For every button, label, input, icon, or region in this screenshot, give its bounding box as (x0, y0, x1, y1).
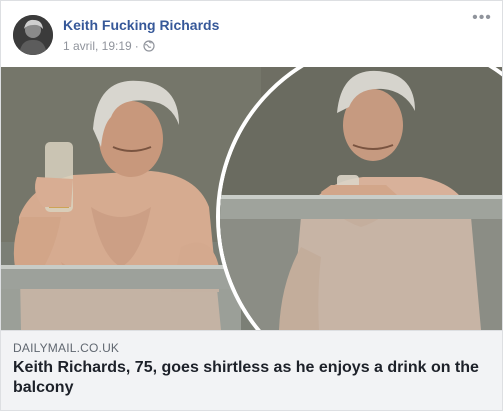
link-headline[interactable]: Keith Richards, 75, goes shirtless as he… (13, 358, 488, 398)
post-meta: 1 avril, 19:19 · (63, 39, 155, 53)
globe-icon[interactable] (143, 40, 155, 52)
more-options-button[interactable]: ••• (472, 10, 492, 29)
author-name[interactable]: Keith Fucking Richards (63, 17, 219, 33)
post-timestamp[interactable]: 1 avril, 19:19 (63, 39, 132, 53)
facebook-post: Keith Fucking Richards 1 avril, 19:19 · … (0, 0, 503, 411)
link-preview[interactable]: DAILYMAIL.CO.UK Keith Richards, 75, goes… (1, 330, 502, 410)
avatar-image (13, 15, 53, 55)
avatar[interactable] (13, 15, 53, 55)
post-header: Keith Fucking Richards 1 avril, 19:19 · … (1, 1, 502, 67)
post-photo[interactable] (1, 67, 502, 330)
meta-separator: · (134, 39, 139, 53)
photo-image (1, 67, 502, 330)
link-domain: DAILYMAIL.CO.UK (13, 341, 120, 355)
